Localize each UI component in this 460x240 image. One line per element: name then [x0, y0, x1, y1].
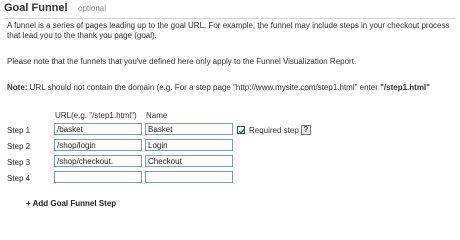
add-goal-funnel-step-link[interactable]: + Add Goal Funnel Step [26, 199, 116, 208]
note-example: "/step1.html" [380, 83, 430, 92]
step-4-url-input[interactable] [54, 171, 142, 183]
help-icon[interactable]: ? [301, 125, 311, 135]
step-1-url-input[interactable] [54, 123, 142, 135]
step-3-url-input[interactable] [54, 155, 142, 167]
step-4-name-input[interactable] [145, 171, 233, 183]
funnel-description: A funnel is a series of pages leading up… [7, 21, 450, 40]
note-label: Note: [7, 83, 28, 92]
step-2-label: Step 2 [7, 142, 31, 151]
section-title: Goal Funnel [4, 2, 68, 14]
step-4-label: Step 4 [7, 174, 31, 183]
step-1-name-input[interactable] [145, 123, 233, 135]
optional-label: optional [78, 4, 107, 13]
domain-note: Note: URL should not contain the domain … [7, 83, 455, 93]
funnel-report-note: Please note that the funnels that you've… [7, 57, 357, 66]
note-text: URL should not contain the domain (e.g. … [27, 83, 381, 92]
required-step-checkbox[interactable] [237, 126, 246, 135]
step-3-label: Step 3 [7, 158, 31, 167]
name-column-header: Name [146, 111, 168, 120]
required-step-label: Required step [249, 126, 299, 135]
checkmark-icon [238, 128, 246, 135]
step-1-label: Step 1 [7, 126, 31, 135]
goal-funnel-header: Goal Funnel optional [4, 2, 456, 19]
step-3-name-input[interactable] [145, 155, 233, 167]
url-column-header: URL(e.g. "/step1.html") [55, 111, 137, 120]
step-2-url-input[interactable] [54, 139, 142, 151]
step-2-name-input[interactable] [145, 139, 233, 151]
